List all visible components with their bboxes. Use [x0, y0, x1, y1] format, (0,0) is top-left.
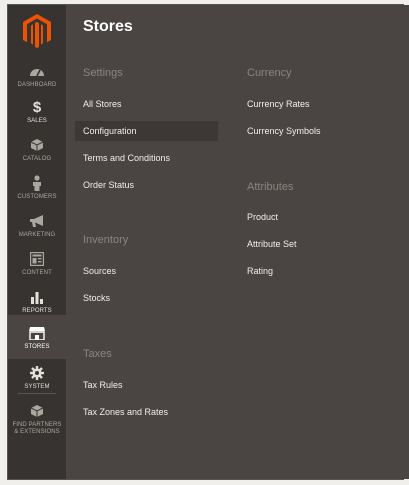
nav-content[interactable]: CONTENT: [8, 243, 66, 283]
nav-find-partners-label: FIND PARTNERS & EXTENSIONS: [12, 421, 62, 435]
nav-catalog-label: CATALOG: [22, 156, 52, 162]
nav-marketing-label: MARKETING: [18, 232, 56, 238]
link-rating[interactable]: Rating: [247, 261, 273, 281]
sidebar-divider: [18, 393, 56, 394]
nav-dashboard-label: DASHBOARD: [17, 82, 57, 88]
cube-icon: [30, 135, 44, 155]
dashboard-gauge-icon: [29, 61, 45, 81]
nav-customers-label: CUSTOMERS: [17, 194, 57, 200]
nav-marketing[interactable]: MARKETING: [8, 205, 66, 245]
inventory-heading: Inventory: [83, 234, 129, 246]
settings-heading: Settings: [83, 67, 123, 79]
link-stocks[interactable]: Stocks: [83, 288, 110, 308]
link-attribute-set[interactable]: Attribute Set: [247, 234, 297, 254]
admin-frame: DASHBOARD $ SALES CATALOG CUSTOMERS MARK…: [7, 4, 409, 480]
dollar-icon: $: [32, 98, 42, 116]
magento-logo-icon[interactable]: [21, 13, 53, 49]
nav-stores-label: STORES: [24, 344, 50, 350]
link-currency-symbols[interactable]: Currency Symbols: [247, 121, 321, 141]
attributes-heading: Attributes: [247, 181, 294, 193]
link-tax-rules[interactable]: Tax Rules: [83, 375, 123, 395]
taxes-heading: Taxes: [83, 348, 112, 360]
admin-sidebar: DASHBOARD $ SALES CATALOG CUSTOMERS MARK…: [8, 5, 66, 479]
nav-customers[interactable]: CUSTOMERS: [8, 167, 66, 207]
cube-box-icon: [30, 401, 44, 421]
nav-dashboard[interactable]: DASHBOARD: [8, 55, 66, 95]
person-icon: [32, 173, 42, 193]
nav-find-partners[interactable]: FIND PARTNERS & EXTENSIONS: [8, 397, 66, 439]
nav-sales[interactable]: $ SALES: [8, 91, 66, 131]
bar-chart-icon: [30, 287, 44, 307]
link-all-stores[interactable]: All Stores: [83, 94, 122, 114]
nav-catalog[interactable]: CATALOG: [8, 129, 66, 169]
nav-system[interactable]: SYSTEM: [8, 357, 66, 397]
link-configuration[interactable]: Configuration: [75, 121, 218, 141]
link-currency-rates[interactable]: Currency Rates: [247, 94, 310, 114]
link-terms-and-conditions[interactable]: Terms and Conditions: [83, 148, 170, 168]
panel-title: Stores: [83, 18, 133, 35]
link-sources[interactable]: Sources: [83, 261, 116, 281]
layout-icon: [30, 249, 44, 269]
gear-icon: [30, 363, 44, 383]
nav-stores[interactable]: STORES: [8, 315, 66, 359]
nav-system-label: SYSTEM: [24, 384, 50, 390]
currency-heading: Currency: [247, 67, 292, 79]
stores-menu-panel: Stores Settings All Stores Configuration…: [66, 5, 409, 479]
nav-sales-label: SALES: [27, 118, 47, 124]
storefront-icon: [29, 323, 45, 343]
nav-content-label: CONTENT: [22, 270, 52, 276]
link-product[interactable]: Product: [247, 207, 278, 227]
link-tax-zones-and-rates[interactable]: Tax Zones and Rates: [83, 402, 168, 422]
megaphone-icon: [29, 211, 45, 231]
link-order-status[interactable]: Order Status: [83, 175, 134, 195]
nav-reports-label: REPORTS: [22, 308, 52, 314]
